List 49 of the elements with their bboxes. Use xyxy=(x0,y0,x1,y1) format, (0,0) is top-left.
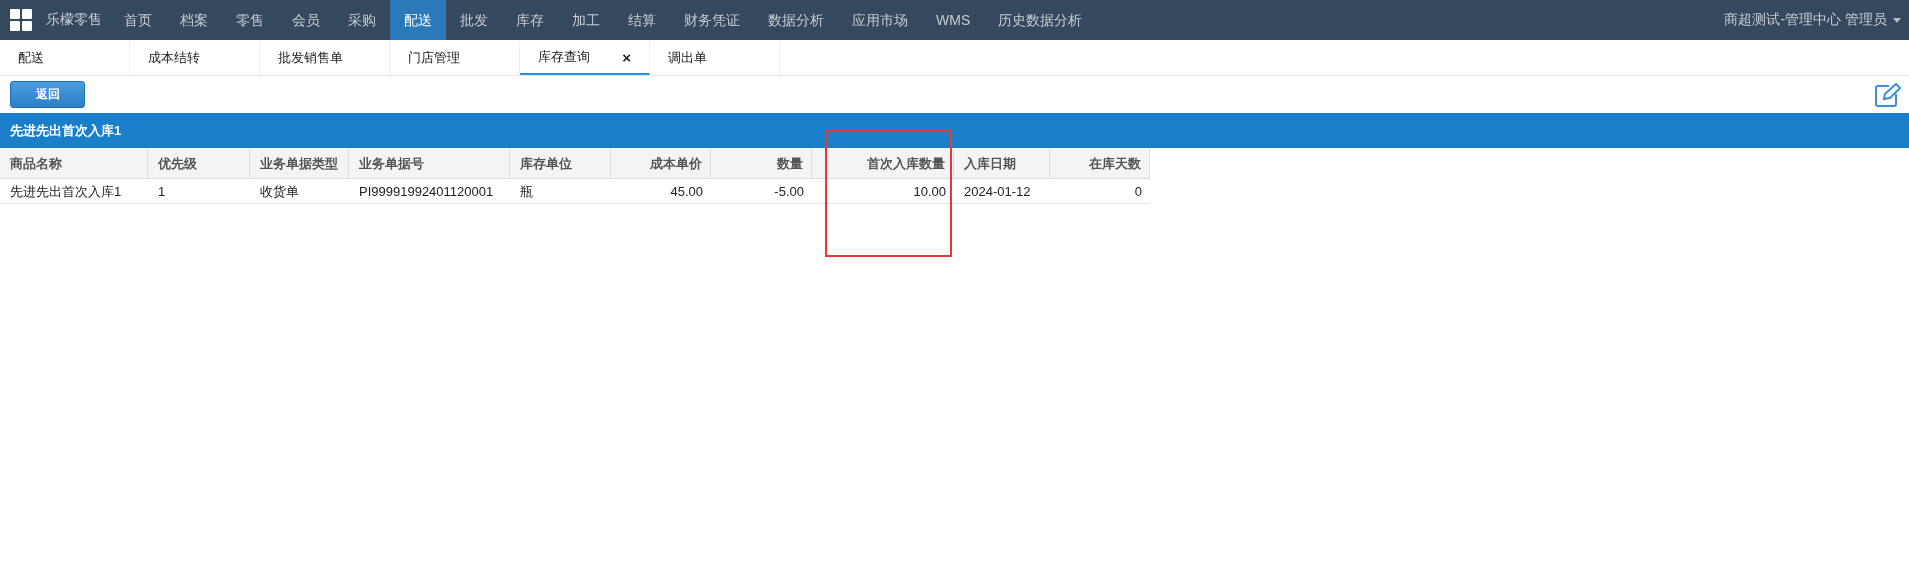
close-icon[interactable]: × xyxy=(622,48,631,66)
caret-icon xyxy=(1893,17,1901,23)
nav-menu-item[interactable]: 加工 xyxy=(558,0,614,40)
table-cell: 瓶 xyxy=(510,179,611,204)
table-cell: 2024-01-12 xyxy=(954,179,1050,204)
column-header: 在库天数 xyxy=(1050,148,1150,179)
nav-menu-item[interactable]: WMS xyxy=(922,0,985,40)
table-cell: 先进先出首次入库1 xyxy=(0,179,148,204)
table-cell: 0 xyxy=(1050,179,1150,204)
table-cell: 10.00 xyxy=(812,179,954,204)
grid-logo-icon xyxy=(10,9,32,31)
page-tab[interactable]: 成本结转 xyxy=(130,41,260,75)
nav-menu-item[interactable]: 首页 xyxy=(110,0,166,40)
nav-menu-item[interactable]: 会员 xyxy=(278,0,334,40)
column-header: 商品名称 xyxy=(0,148,148,179)
nav-menu-item[interactable]: 财务凭证 xyxy=(670,0,754,40)
nav-menu-item[interactable]: 配送 xyxy=(390,0,446,40)
nav-menu-item[interactable]: 历史数据分析 xyxy=(984,0,1097,40)
brand-name: 乐檬零售 xyxy=(46,11,102,29)
page-tab[interactable]: 库存查询 × xyxy=(520,41,650,75)
column-header: 库存单位 xyxy=(510,148,611,179)
table-cell: PI99991992401120001 xyxy=(349,179,510,204)
column-header: 入库日期 xyxy=(954,148,1050,179)
page-tab[interactable]: 调出单 xyxy=(650,41,780,75)
column-header: 数量 xyxy=(711,148,812,179)
table-cell: 1 xyxy=(148,179,250,204)
user-menu[interactable]: 商超测试-管理中心 管理员 xyxy=(1724,11,1887,29)
nav-menu-item[interactable]: 数据分析 xyxy=(754,0,838,40)
nav-menu-item[interactable]: 采购 xyxy=(334,0,390,40)
page-tab[interactable]: 配送 xyxy=(0,41,130,75)
nav-menu-item[interactable]: 结算 xyxy=(614,0,670,40)
back-button[interactable]: 返回 xyxy=(10,81,85,108)
table-cell: -5.00 xyxy=(711,179,812,204)
panel-title: 先进先出首次入库1 xyxy=(0,113,1909,148)
column-header: 首次入库数量 xyxy=(812,148,954,179)
column-header: 优先级 xyxy=(148,148,250,179)
nav-menu-item[interactable]: 零售 xyxy=(222,0,278,40)
nav-menu-item[interactable]: 批发 xyxy=(446,0,502,40)
column-header: 业务单据类型 xyxy=(250,148,349,179)
nav-menu-item[interactable]: 应用市场 xyxy=(838,0,922,40)
nav-menu-item[interactable]: 档案 xyxy=(166,0,222,40)
table-cell: 收货单 xyxy=(250,179,349,204)
nav-menu-item[interactable]: 库存 xyxy=(502,0,558,40)
column-header: 成本单价 xyxy=(611,148,711,179)
page-tab[interactable]: 门店管理 xyxy=(390,41,520,75)
column-header: 业务单据号 xyxy=(349,148,510,179)
page-tab[interactable]: 批发销售单 xyxy=(260,41,390,75)
edit-icon[interactable] xyxy=(1875,82,1901,107)
table-cell: 45.00 xyxy=(611,179,711,204)
